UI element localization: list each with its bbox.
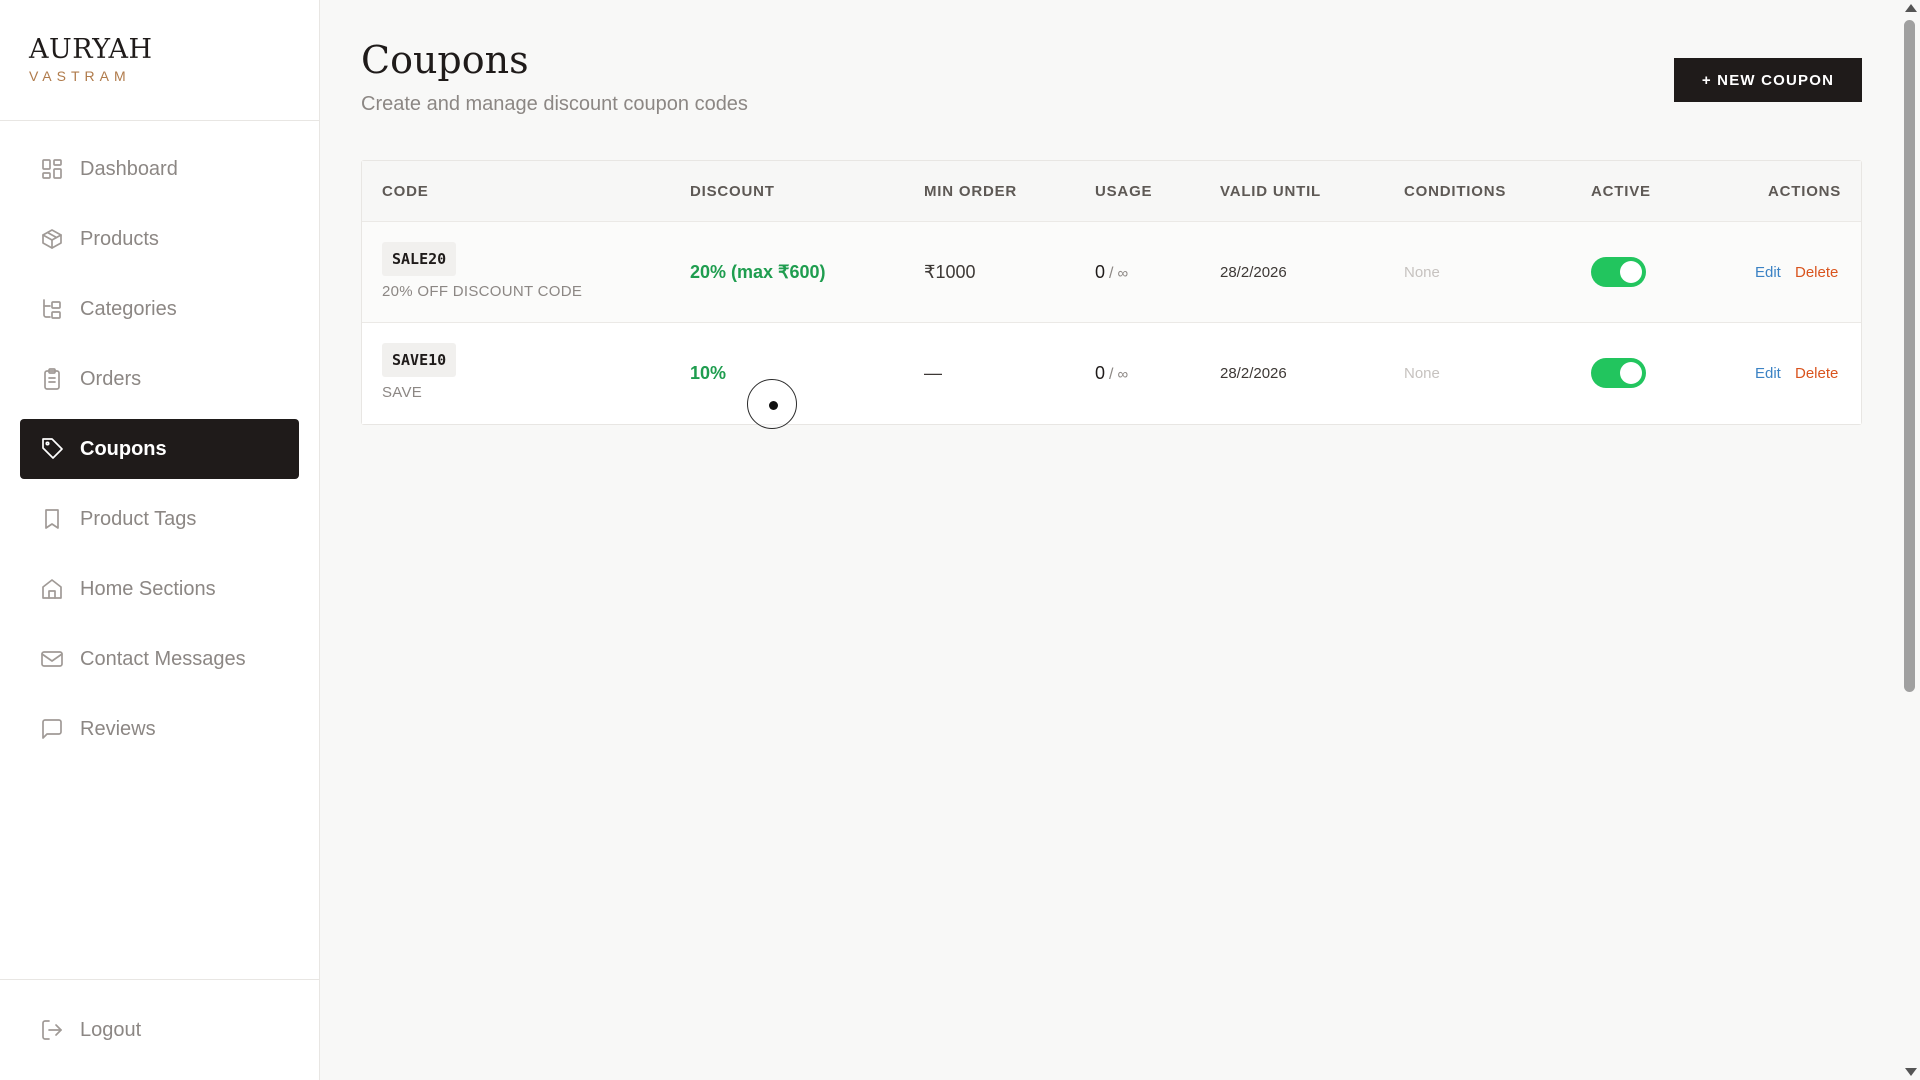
clipboard-icon (40, 367, 64, 391)
sidebar-item-contact-messages[interactable]: Contact Messages (20, 629, 299, 689)
coupon-code: SALE20 (382, 242, 457, 276)
sidebar-item-orders[interactable]: Orders (20, 349, 299, 409)
column-header-min-order: MIN ORDER (924, 183, 1018, 200)
usage-separator: / (1109, 265, 1114, 282)
scroll-down-arrow-icon[interactable] (1905, 1068, 1917, 1076)
mouse-cursor (747, 379, 797, 429)
table-row: SAVE10 SAVE 10% — 0/∞ 28/2/2026 None Edi… (362, 323, 1861, 424)
categories-icon (40, 297, 64, 321)
sidebar-item-label: Coupons (80, 437, 167, 460)
sidebar-item-label: Dashboard (80, 157, 178, 180)
page-scrollbar[interactable] (1900, 0, 1920, 1080)
active-toggle[interactable] (1591, 257, 1646, 287)
home-icon (40, 577, 64, 601)
coupon-discount: 20% (max ₹600) (690, 262, 826, 282)
sidebar-nav: Dashboard Products Categories Orders Cou… (0, 121, 319, 759)
sidebar-item-coupons[interactable]: Coupons (20, 419, 299, 479)
usage-limit: ∞ (1117, 265, 1129, 282)
sidebar-item-label: Products (80, 227, 159, 250)
sidebar-item-label: Categories (80, 297, 177, 320)
sidebar-item-label: Reviews (80, 717, 156, 740)
page-subtitle: Create and manage discount coupon codes (361, 93, 748, 115)
column-header-usage: USAGE (1095, 183, 1153, 200)
column-header-valid-until: VALID UNTIL (1220, 183, 1322, 200)
delete-button[interactable]: Delete (1795, 264, 1838, 281)
sidebar-footer: Logout (0, 979, 320, 1080)
toggle-knob (1620, 362, 1642, 384)
package-icon (40, 227, 64, 251)
coupon-discount: 10% (690, 363, 727, 383)
active-toggle[interactable] (1591, 358, 1646, 388)
brand-logo[interactable]: AURYAH VASTRAM (0, 0, 319, 121)
sidebar-item-label: Product Tags (80, 507, 197, 530)
logout-icon (40, 1018, 64, 1042)
coupon-description: SAVE (382, 384, 423, 401)
sidebar-item-products[interactable]: Products (20, 209, 299, 269)
new-coupon-button[interactable]: + NEW COUPON (1674, 58, 1862, 102)
coupon-usage: 0/∞ (1095, 363, 1128, 384)
bookmark-icon (40, 507, 64, 531)
coupon-conditions: None (1404, 365, 1440, 382)
coupons-table: CODE DISCOUNT MIN ORDER USAGE VALID UNTI… (361, 160, 1862, 425)
edit-button[interactable]: Edit (1755, 365, 1781, 382)
column-header-conditions: CONDITIONS (1404, 183, 1507, 200)
coupon-valid-until: 28/2/2026 (1220, 365, 1287, 382)
coupon-code: SAVE10 (382, 343, 457, 377)
sidebar-item-label: Home Sections (80, 577, 216, 600)
coupon-conditions: None (1404, 264, 1440, 281)
column-header-actions: ACTIONS (1768, 183, 1842, 200)
mail-icon (40, 647, 64, 671)
sidebar-item-label: Contact Messages (80, 647, 246, 670)
sidebar-item-home-sections[interactable]: Home Sections (20, 559, 299, 619)
toggle-knob (1620, 261, 1642, 283)
sidebar-item-categories[interactable]: Categories (20, 279, 299, 339)
sidebar-item-dashboard[interactable]: Dashboard (20, 139, 299, 199)
page-title: Coupons (361, 38, 529, 82)
cursor-dot (769, 401, 778, 410)
brand-name: AURYAH (29, 34, 153, 65)
logout-button[interactable]: Logout (20, 1000, 300, 1060)
sidebar-item-product-tags[interactable]: Product Tags (20, 489, 299, 549)
coupon-usage: 0/∞ (1095, 262, 1128, 283)
usage-limit: ∞ (1117, 366, 1129, 383)
usage-used: 0 (1095, 363, 1106, 383)
edit-button[interactable]: Edit (1755, 264, 1781, 281)
sidebar-item-reviews[interactable]: Reviews (20, 699, 299, 759)
column-header-code: CODE (382, 183, 429, 200)
tag-icon (40, 437, 64, 461)
brand-subtitle: VASTRAM (29, 68, 131, 84)
table-body: SALE20 20% OFF DISCOUNT CODE 20% (max ₹6… (362, 222, 1861, 424)
delete-button[interactable]: Delete (1795, 365, 1838, 382)
scrollbar-thumb[interactable] (1904, 20, 1915, 692)
scroll-up-arrow-icon[interactable] (1905, 4, 1917, 12)
coupon-min-order: ₹1000 (924, 262, 976, 282)
sidebar-item-label: Orders (80, 367, 142, 390)
table-row: SALE20 20% OFF DISCOUNT CODE 20% (max ₹6… (362, 222, 1861, 323)
column-header-discount: DISCOUNT (690, 183, 775, 200)
table-header: CODE DISCOUNT MIN ORDER USAGE VALID UNTI… (362, 161, 1861, 222)
logout-label: Logout (80, 1018, 142, 1041)
sidebar: AURYAH VASTRAM Dashboard Products Catego… (0, 0, 320, 1080)
coupon-min-order: — (924, 363, 942, 383)
usage-used: 0 (1095, 262, 1106, 282)
column-header-active: ACTIVE (1591, 183, 1651, 200)
main-content: Coupons Create and manage discount coupo… (320, 0, 1900, 1080)
dashboard-icon (40, 157, 64, 181)
coupon-description: 20% OFF DISCOUNT CODE (382, 283, 583, 300)
coupon-valid-until: 28/2/2026 (1220, 264, 1287, 281)
message-square-icon (40, 717, 64, 741)
usage-separator: / (1109, 366, 1114, 383)
